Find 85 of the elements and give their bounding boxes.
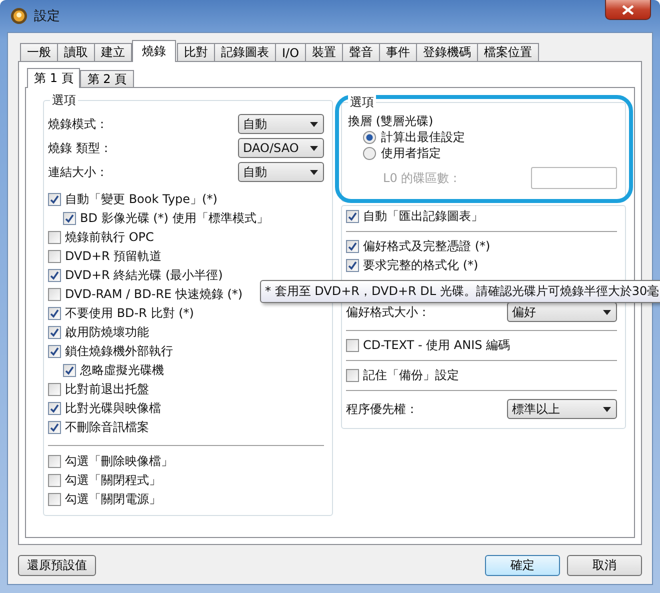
caret-icon [310,170,318,174]
caret-icon [603,310,611,314]
dropdown-label: 程序優先權： [346,400,418,418]
dropdown[interactable]: DAO/SAO [238,138,324,158]
tab[interactable]: I/O [275,43,306,61]
dropdown[interactable]: 偏好 [507,302,617,322]
dialog-button[interactable]: 還原預設值 [18,555,96,576]
tab[interactable]: 比對 [177,43,215,61]
checkbox-option[interactable]: DVD+R 預留軌道 [48,247,324,266]
tab[interactable]: 裝置 [305,43,344,61]
tab[interactable]: 記錄圖表 [214,43,276,61]
tab[interactable]: 建立 [94,43,132,61]
radio-option[interactable]: 使用者指定 [348,145,617,161]
field-label: L0 的碟區數： [383,170,462,186]
window-title: 設定 [34,8,60,25]
checkbox-option[interactable]: BD 影像光碟 (*) 使用「標準模式」 [48,209,324,228]
checkbox[interactable] [48,421,61,434]
checkbox[interactable] [346,210,360,223]
checkbox[interactable] [48,455,61,468]
checkbox-option[interactable]: 勾選「關閉電源」 [48,490,324,509]
caret-icon [603,406,611,412]
checkbox-option[interactable]: 燒錄前執行 OPC [48,228,324,247]
checkbox-option[interactable]: CD-TEXT - 使用 ANIS 編碼 [346,336,617,355]
dialog-button[interactable]: 確定 [485,555,560,576]
checkbox[interactable] [48,231,61,244]
tab[interactable]: 事件 [379,43,418,61]
tab[interactable]: 登錄機碼 [416,43,478,61]
dialog-button[interactable]: 取消 [567,555,642,576]
checkbox[interactable] [48,493,61,506]
checkbox[interactable] [48,193,61,206]
checkbox-option[interactable]: 勾選「刪除映像檔」 [48,452,324,471]
checkbox-option[interactable]: 記住「備份」設定 [346,366,617,385]
group-title: 選項 [348,94,376,111]
group-title: 選項 [50,92,78,109]
layer-label: 換層 (雙層光碟) [348,113,434,129]
checkbox[interactable] [63,212,76,225]
checkbox-option[interactable]: 比對光碟與映像檔 [48,399,324,418]
checkbox[interactable] [63,364,76,377]
radio-button[interactable] [363,146,376,160]
checkbox[interactable] [48,307,61,320]
dropdown[interactable]: 自動 [238,114,324,134]
checkbox[interactable] [48,402,61,415]
caret-icon [310,122,318,126]
tab[interactable]: 檔案位置 [477,43,540,61]
checkbox[interactable] [48,250,61,263]
checkbox-option[interactable]: 偏好格式及完整憑證 (*) [346,237,617,256]
app-icon [10,7,28,25]
tab[interactable]: 聲音 [342,43,380,61]
checkbox[interactable] [48,326,61,339]
checkbox[interactable] [346,240,360,253]
dropdown-label: 偏好格式大小： [346,304,430,320]
dropdown-label: 連結大小： [48,164,108,180]
checkbox[interactable] [48,383,61,396]
dropdown[interactable]: 自動 [238,162,324,182]
caret-icon [310,146,318,150]
checkbox[interactable] [48,269,61,282]
checkbox-option[interactable]: 自動「匯出記錄圖表」 [346,207,617,226]
close-icon [622,4,634,14]
dropdown[interactable]: 標準以上 [507,399,617,419]
checkbox-option[interactable]: 自動「變更 Book Type」(*) [48,190,324,209]
checkbox-option[interactable]: 忽略虛擬光碟機 [48,361,324,380]
dropdown-label: 燒錄模式： [48,116,108,132]
checkbox[interactable] [346,369,360,382]
checkbox[interactable] [346,259,360,272]
radio-option[interactable]: 計算出最佳設定 [348,129,617,145]
checkbox[interactable] [346,339,360,352]
checkbox[interactable] [48,288,61,301]
radio-button[interactable] [363,130,376,144]
tab[interactable]: 讀取 [57,43,95,61]
dropdown-label: 燒錄 類型： [48,140,112,156]
checkbox[interactable] [48,345,61,358]
tab[interactable]: 一般 [20,43,58,61]
checkbox-option[interactable]: 比對前退出托盤 [48,380,324,399]
checkbox-option[interactable]: 不刪除音訊檔案 [48,418,324,437]
tab[interactable]: 燒錄 [132,40,176,62]
checkbox-option[interactable]: 啟用防燒壞功能 [48,323,324,342]
checkbox-option[interactable]: 不要使用 BD-R 比對 (*) [48,304,324,323]
checkbox-option[interactable]: 要求完整的格式化 (*) [346,256,617,275]
checkbox[interactable] [48,474,61,487]
close-button[interactable] [605,0,651,20]
page-tab[interactable]: 第 2 頁 [80,70,134,87]
tooltip: * 套用至 DVD+R，DVD+R DL 光碟。請確認光碟片可燒錄半徑大於30毫 [260,280,660,303]
page-tab[interactable]: 第 1 頁 [27,68,80,88]
checkbox-option[interactable]: 鎖住燒錄機外部執行 [48,342,324,361]
checkbox-option[interactable]: 勾選「關閉程式」 [48,471,324,490]
